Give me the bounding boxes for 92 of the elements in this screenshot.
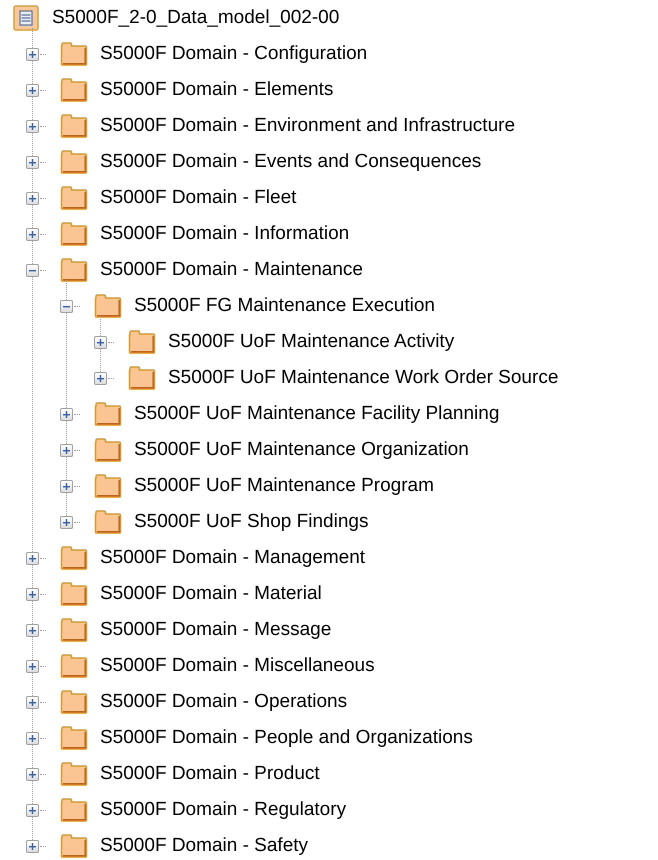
expand-button[interactable] xyxy=(26,120,39,132)
plus-icon xyxy=(97,374,104,382)
folder-icon xyxy=(94,438,122,462)
plus-icon xyxy=(29,50,36,58)
expand-button[interactable] xyxy=(26,696,39,708)
tree-item-label[interactable]: S5000F UoF Maintenance Organization xyxy=(134,436,469,464)
folder-icon xyxy=(60,222,88,246)
expand-button[interactable] xyxy=(60,516,73,528)
folder-icon xyxy=(60,186,88,210)
plus-icon xyxy=(29,122,36,130)
folder-icon xyxy=(60,834,88,858)
folder-icon xyxy=(60,546,88,570)
tree-item-label[interactable]: S5000F Domain - Information xyxy=(100,220,350,248)
tree-item-label[interactable]: S5000F Domain - People and Organizations xyxy=(100,724,473,752)
folder-icon xyxy=(60,726,88,750)
expand-button[interactable] xyxy=(26,732,39,744)
expand-button[interactable] xyxy=(26,624,39,636)
folder-icon xyxy=(60,258,88,282)
plus-icon xyxy=(29,662,36,670)
plus-icon xyxy=(29,698,36,706)
expand-button[interactable] xyxy=(60,408,73,420)
plus-icon xyxy=(29,842,36,850)
folder-icon xyxy=(60,690,88,714)
folder-icon xyxy=(60,78,88,102)
folder-icon xyxy=(94,510,122,534)
expand-button[interactable] xyxy=(26,156,39,168)
folder-icon xyxy=(60,798,88,822)
tree-item-label[interactable]: S5000F Domain - Operations xyxy=(100,688,348,716)
tree-item-label[interactable]: S5000F Domain - Fleet xyxy=(100,184,296,212)
folder-icon xyxy=(94,294,122,318)
expand-button[interactable] xyxy=(26,588,39,600)
plus-icon xyxy=(29,626,36,634)
tree-item-label[interactable]: S5000F Domain - Material xyxy=(100,580,322,608)
folder-icon xyxy=(60,654,88,678)
collapse-button[interactable] xyxy=(60,300,73,312)
tree-item-label[interactable]: S5000F Domain - Miscellaneous xyxy=(100,652,375,680)
root-label[interactable]: S5000F_2-0_Data_model_002-00 xyxy=(52,4,340,32)
tree-item-label[interactable]: S5000F Domain - Environment and Infrastructure xyxy=(100,112,516,140)
expand-button[interactable] xyxy=(26,840,39,852)
tree-item-label[interactable]: S5000F Domain - Maintenance xyxy=(100,256,363,284)
tree-item-label[interactable]: S5000F UoF Maintenance Facility Planning xyxy=(134,400,500,428)
expand-button[interactable] xyxy=(26,84,39,96)
plus-icon xyxy=(29,230,36,238)
folder-icon xyxy=(60,618,88,642)
tree-item-label[interactable]: S5000F Domain - Configuration xyxy=(100,40,368,68)
tree-item-label[interactable]: S5000F FG Maintenance Execution xyxy=(134,292,436,320)
tree-item-label[interactable]: S5000F Domain - Message xyxy=(100,616,332,644)
folder-icon xyxy=(94,474,122,498)
folder-icon xyxy=(60,42,88,66)
plus-icon xyxy=(29,770,36,778)
plus-icon xyxy=(97,338,104,346)
plus-icon xyxy=(29,158,36,166)
expand-button[interactable] xyxy=(94,336,107,348)
tree-item-label[interactable]: S5000F UoF Maintenance Work Order Source xyxy=(168,364,558,392)
tree-item-label[interactable]: S5000F Domain - Product xyxy=(100,760,320,788)
expand-button[interactable] xyxy=(26,228,39,240)
expand-button[interactable] xyxy=(26,804,39,816)
expand-button[interactable] xyxy=(26,192,39,204)
folder-icon xyxy=(60,114,88,138)
plus-icon xyxy=(63,482,70,490)
expand-button[interactable] xyxy=(94,372,107,384)
folder-icon xyxy=(60,150,88,174)
folder-icon xyxy=(128,330,156,354)
plus-icon xyxy=(63,518,70,526)
tree-item-label[interactable]: S5000F Domain - Safety xyxy=(100,832,308,860)
tree-item-label[interactable]: S5000F UoF Maintenance Activity xyxy=(168,328,454,356)
folder-icon xyxy=(60,762,88,786)
plus-icon xyxy=(29,734,36,742)
plus-icon xyxy=(63,410,70,418)
tree-item-label[interactable]: S5000F UoF Maintenance Program xyxy=(134,472,434,500)
plus-icon xyxy=(63,446,70,454)
expand-button[interactable] xyxy=(60,480,73,492)
plus-icon xyxy=(29,806,36,814)
collapse-button[interactable] xyxy=(26,264,39,276)
tree-item-label[interactable]: S5000F UoF Shop Findings xyxy=(134,508,368,536)
folder-icon xyxy=(60,582,88,606)
plus-icon xyxy=(29,86,36,94)
folder-icon xyxy=(128,366,156,390)
expand-button[interactable] xyxy=(26,552,39,564)
expand-button[interactable] xyxy=(26,48,39,60)
tree-item-label[interactable]: S5000F Domain - Regulatory xyxy=(100,796,346,824)
tree-item-label[interactable]: S5000F Domain - Events and Consequences xyxy=(100,148,482,176)
expand-button[interactable] xyxy=(60,444,73,456)
plus-icon xyxy=(29,554,36,562)
expand-button[interactable] xyxy=(26,660,39,672)
plus-icon xyxy=(29,194,36,202)
plus-icon xyxy=(29,590,36,598)
folder-icon xyxy=(94,402,122,426)
expand-button[interactable] xyxy=(26,768,39,780)
model-icon xyxy=(13,5,39,31)
tree-item-label[interactable]: S5000F Domain - Management xyxy=(100,544,366,572)
tree-item-label[interactable]: S5000F Domain - Elements xyxy=(100,76,334,104)
